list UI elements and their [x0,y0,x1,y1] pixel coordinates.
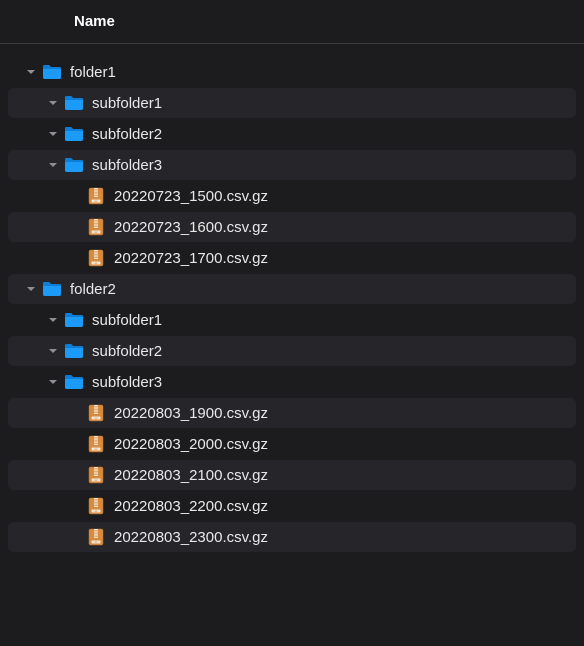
tree-folder-row[interactable]: folder2 [8,274,576,304]
chevron-down-icon[interactable] [46,96,60,110]
chevron-down-icon[interactable] [46,313,60,327]
folder-label: folder1 [70,64,116,81]
folder-label: folder2 [70,281,116,298]
file-tree: folder1 subfolder1 subfolder2 subfolder3 GZ 2… [0,44,584,614]
file-label: 20220723_1600.csv.gz [114,219,268,236]
empty-row [8,553,576,583]
tree-file-row[interactable]: GZ 20220803_2100.csv.gz [8,460,576,490]
archive-file-icon: GZ [86,435,106,453]
tree-file-row[interactable]: GZ 20220803_2300.csv.gz [8,522,576,552]
tree-file-row[interactable]: GZ 20220803_2000.csv.gz [8,429,576,459]
folder-icon [64,125,84,143]
chevron-down-icon[interactable] [24,65,38,79]
tree-folder-row[interactable]: subfolder3 [8,367,576,397]
archive-file-icon: GZ [86,404,106,422]
tree-folder-row[interactable]: subfolder2 [8,119,576,149]
folder-label: subfolder2 [92,126,162,143]
tree-file-row[interactable]: GZ 20220723_1600.csv.gz [8,212,576,242]
name-column-label: Name [74,13,115,30]
chevron-down-icon[interactable] [46,344,60,358]
chevron-down-icon[interactable] [24,282,38,296]
folder-label: subfolder1 [92,312,162,329]
chevron-down-icon[interactable] [46,375,60,389]
chevron-down-icon[interactable] [46,158,60,172]
archive-file-icon: GZ [86,466,106,484]
file-label: 20220803_1900.csv.gz [114,405,268,422]
folder-icon [64,311,84,329]
tree-file-row[interactable]: GZ 20220803_2200.csv.gz [8,491,576,521]
tree-folder-row[interactable]: subfolder1 [8,88,576,118]
tree-folder-row[interactable]: folder1 [8,57,576,87]
archive-file-icon: GZ [86,187,106,205]
folder-icon [64,156,84,174]
folder-label: subfolder2 [92,343,162,360]
tree-file-row[interactable]: GZ 20220723_1500.csv.gz [8,181,576,211]
archive-file-icon: GZ [86,528,106,546]
folder-label: subfolder1 [92,95,162,112]
file-label: 20220723_1700.csv.gz [114,250,268,267]
file-label: 20220803_2300.csv.gz [114,529,268,546]
column-header[interactable]: Name [0,0,584,44]
folder-label: subfolder3 [92,157,162,174]
folder-icon [42,63,62,81]
tree-folder-row[interactable]: subfolder1 [8,305,576,335]
archive-file-icon: GZ [86,249,106,267]
archive-file-icon: GZ [86,497,106,515]
file-label: 20220723_1500.csv.gz [114,188,268,205]
folder-icon [64,373,84,391]
folder-label: subfolder3 [92,374,162,391]
file-label: 20220803_2100.csv.gz [114,467,268,484]
folder-icon [42,280,62,298]
file-label: 20220803_2000.csv.gz [114,436,268,453]
tree-file-row[interactable]: GZ 20220803_1900.csv.gz [8,398,576,428]
tree-file-row[interactable]: GZ 20220723_1700.csv.gz [8,243,576,273]
archive-file-icon: GZ [86,218,106,236]
tree-folder-row[interactable]: subfolder3 [8,150,576,180]
empty-row [8,584,576,614]
tree-folder-row[interactable]: subfolder2 [8,336,576,366]
file-label: 20220803_2200.csv.gz [114,498,268,515]
folder-icon [64,94,84,112]
folder-icon [64,342,84,360]
chevron-down-icon[interactable] [46,127,60,141]
